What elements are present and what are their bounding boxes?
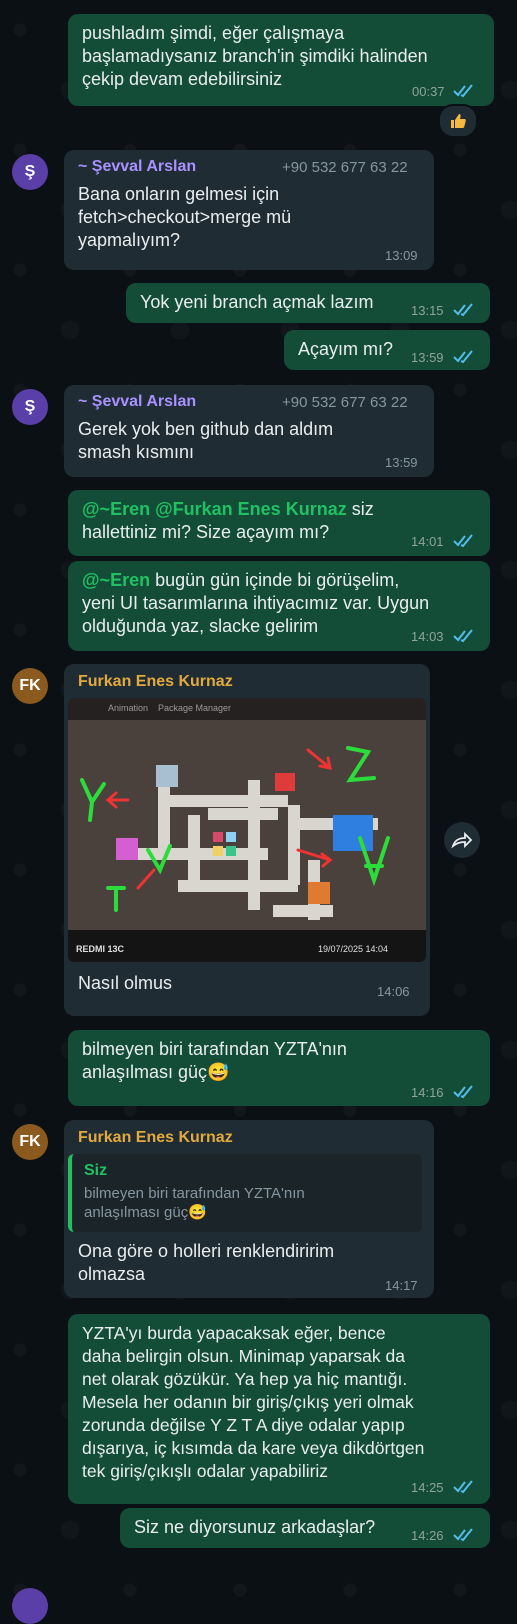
message-bubble-outgoing[interactable]: bilmeyen biri tarafından YZTA'nın anlaşı… (68, 1030, 490, 1106)
message-text: pushladım şimdi, eğer çalışmaya başlamad… (82, 23, 428, 89)
message-bubble-incoming[interactable]: ~ Şevval Arslan +90 532 677 63 22 Gerek … (64, 385, 434, 477)
double-check-icon (453, 534, 473, 548)
mention[interactable]: @Furkan Enes Kurnaz (155, 499, 347, 519)
double-check-icon (453, 629, 473, 643)
avatar-partial[interactable] (12, 1588, 48, 1624)
photo-attachment[interactable]: Animation Package Manager REDMI 13C 19/0… (68, 698, 426, 962)
message-text: Bana onların gelmesi için fetch>checkout… (78, 184, 292, 250)
message-text: Açayım mı? (298, 339, 394, 359)
game-map-image: REDMI 13C 19/07/2025 14:04 (68, 720, 426, 962)
message-bubble-incoming[interactable]: Furkan Enes Kurnaz Siz bilmeyen biri tar… (64, 1120, 434, 1298)
double-check-icon (453, 303, 473, 317)
message-bubble-outgoing[interactable]: YZTA'yı burda yapacaksak eğer, bence dah… (68, 1314, 490, 1504)
message-bubble-outgoing[interactable]: Siz ne diyorsunuz arkadaşlar? 14:26 (120, 1508, 490, 1548)
avatar[interactable]: Ş (12, 389, 48, 425)
message-bubble-incoming[interactable]: ~ Şevval Arslan +90 532 677 63 22 Bana o… (64, 150, 434, 270)
double-check-icon (453, 1085, 473, 1099)
double-check-icon (453, 350, 473, 364)
sender-name[interactable]: ~ Şevval Arslan (78, 158, 196, 176)
message-text: @~Eren bugün gün içinde bi görüşelim, yen… (82, 570, 430, 636)
quoted-message[interactable]: Siz bilmeyen biri tarafından YZTA'nın an… (68, 1154, 422, 1232)
quoted-sender: Siz (84, 1162, 108, 1179)
photo-caption: Nasıl olmus (78, 973, 173, 993)
message-time: 13:09 (385, 248, 418, 263)
message-text: Gerek yok ben github dan aldım smash kıs… (78, 419, 334, 462)
sweat-smile-emoji: 😅 (188, 1204, 207, 1221)
sender-name[interactable]: Furkan Enes Kurnaz (78, 1129, 233, 1147)
message-time: 14:17 (385, 1278, 418, 1293)
double-check-icon (453, 1480, 473, 1494)
message-time: 14:01 (411, 534, 444, 549)
photo-toolbar: Animation Package Manager (68, 698, 426, 720)
message-bubble-outgoing[interactable]: Yok yeni branch açmak lazım 13:15 (126, 283, 490, 323)
message-bubble-outgoing[interactable]: pushladım şimdi, eğer çalışmaya başlamad… (68, 14, 494, 106)
mention[interactable]: @~Eren (82, 570, 150, 590)
message-time: 14:06 (377, 984, 410, 999)
message-text: Ona göre o holleri renklendiririm olmazs… (78, 1241, 335, 1284)
photo-phone-watermark: REDMI 13C (76, 944, 125, 954)
quoted-text: bilmeyen biri tarafından YZTA'nın anlaşı… (84, 1185, 305, 1221)
message-time: 13:15 (411, 303, 444, 318)
message-time: 14:26 (411, 1528, 444, 1543)
sender-phone: +90 532 677 63 22 (282, 394, 408, 411)
message-time: 13:59 (385, 455, 418, 470)
double-check-icon (453, 1528, 473, 1542)
sender-phone: +90 532 677 63 22 (282, 159, 408, 176)
message-time: 00:37 (412, 84, 445, 99)
message-text: Yok yeni branch açmak lazım (140, 292, 374, 312)
avatar[interactable]: FK (12, 1124, 48, 1160)
forward-button[interactable] (444, 822, 480, 858)
message-text: Siz ne diyorsunuz arkadaşlar? (134, 1517, 376, 1537)
double-check-icon (453, 84, 473, 98)
avatar[interactable]: Ş (12, 154, 48, 190)
photo-date: 19/07/2025 14:04 (318, 944, 388, 954)
message-text: YZTA'yı burda yapacaksak eğer, bence dah… (82, 1323, 425, 1481)
message-bubble-outgoing[interactable]: @~Eren @Furkan Enes Kurnaz siz hallettini… (68, 490, 490, 556)
message-bubble-outgoing[interactable]: @~Eren bugün gün içinde bi görüşelim, yen… (68, 561, 490, 651)
mention[interactable]: @~Eren (82, 499, 150, 519)
thumbs-up-reaction[interactable] (438, 104, 478, 138)
forward-icon (451, 831, 473, 849)
message-time: 14:16 (411, 1085, 444, 1100)
tab-animation: Animation (108, 703, 149, 713)
message-time: 14:03 (411, 629, 444, 644)
message-time: 14:25 (411, 1480, 444, 1495)
thumbs-up-icon (451, 114, 466, 128)
message-time: 13:59 (411, 350, 444, 365)
tab-package-manager: Package Manager (158, 703, 232, 713)
sender-name[interactable]: Furkan Enes Kurnaz (78, 673, 233, 691)
sweat-smile-emoji: 😅 (207, 1062, 230, 1082)
message-bubble-incoming[interactable]: Furkan Enes Kurnaz Animation Package Man… (64, 664, 430, 1016)
message-text: bilmeyen biri tarafından YZTA'nın anlaşı… (82, 1039, 347, 1082)
sender-name[interactable]: ~ Şevval Arslan (78, 393, 196, 411)
message-bubble-outgoing[interactable]: Açayım mı? 13:59 (284, 330, 490, 370)
avatar[interactable]: FK (12, 668, 48, 704)
